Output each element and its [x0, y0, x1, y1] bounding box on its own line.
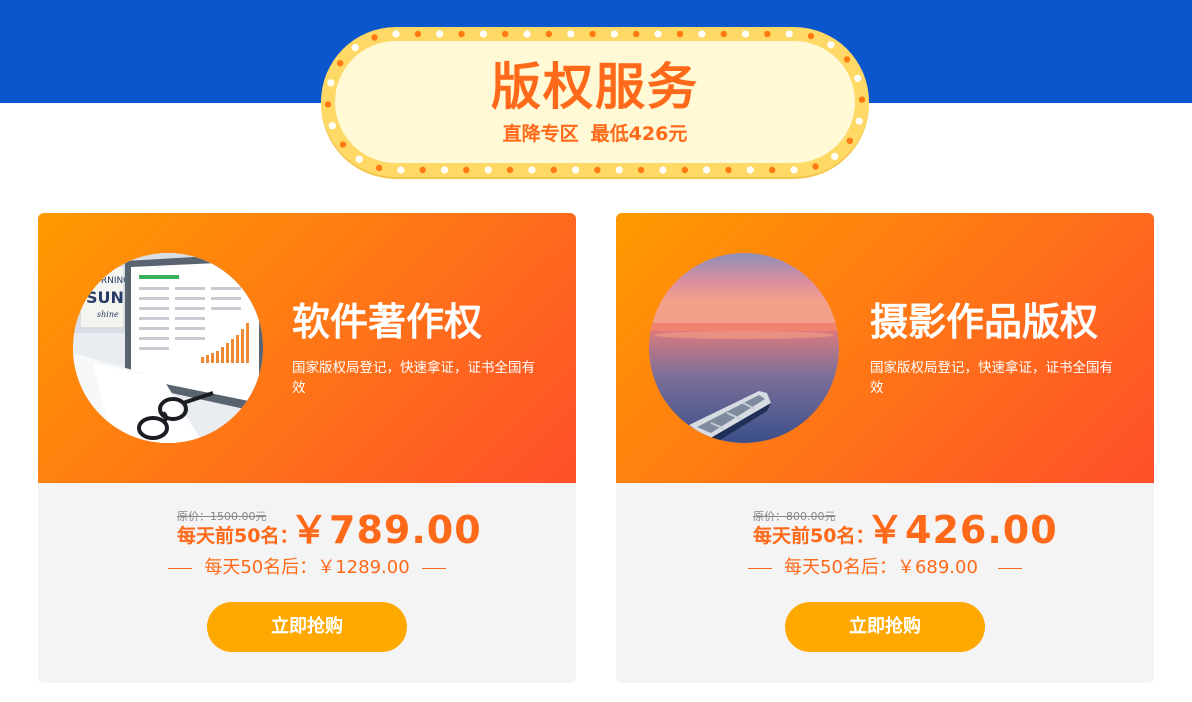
marquee-light-dot — [720, 30, 727, 38]
marquee-light-dot — [769, 166, 776, 174]
marquee-light-dot — [790, 166, 798, 174]
marquee-light-dot — [698, 30, 706, 38]
svg-text:SUN: SUN — [86, 288, 124, 307]
marquee-light-dot — [351, 44, 359, 52]
marquee-light-dot — [484, 166, 492, 174]
marquee-light-dot — [807, 32, 815, 40]
marquee-light-dot — [479, 30, 487, 38]
marquee-light-dot — [703, 166, 711, 174]
divider-left — [168, 567, 193, 569]
banner-subtitle: 直降专区 最低426元 — [321, 122, 869, 146]
buy-now-button[interactable]: 立即抢购 — [207, 602, 407, 652]
marquee-light-dot — [764, 30, 771, 38]
marquee-light-dot — [371, 34, 378, 41]
marquee-light-dot — [355, 155, 363, 163]
marquee-light-dot — [831, 152, 839, 160]
promo-price: ￥789.00 — [290, 508, 482, 552]
marquee-light-dot — [681, 166, 688, 174]
laptop-analytics-photo-icon: MORNING SUN shine — [73, 253, 263, 443]
marquee-light-dot — [827, 41, 835, 49]
card-header: MORNING SUN shine 软件著作权 国家版权局登记，快速拿证，证书全… — [38, 213, 576, 483]
later-price: 每天50名后：￥689.00 — [784, 557, 978, 578]
svg-text:MORNING: MORNING — [86, 276, 130, 286]
promo-label: 每天前50名： — [753, 525, 875, 547]
marquee-light-dot — [550, 166, 557, 174]
marquee-light-dot — [676, 30, 684, 38]
buy-now-button[interactable]: 立即抢购 — [785, 602, 985, 652]
card-description: 国家版权局登记，快速拿证，证书全国有效 — [870, 360, 1113, 396]
sunset-boat-photo-icon — [649, 253, 839, 443]
marquee-light-dot — [741, 30, 750, 38]
marquee-badge: 版权服务 直降专区 最低426元 — [321, 27, 869, 177]
product-card-photography: 摄影作品版权 国家版权局登记，快速拿证，证书全国有效 原价：800.00元 每天… — [616, 213, 1154, 683]
marquee-light-dot — [572, 166, 580, 174]
marquee-light-dot — [436, 30, 444, 38]
marquee-light-dot — [523, 30, 531, 38]
original-price: 原价：1500.00元 — [177, 510, 267, 523]
marquee-light-dot — [392, 30, 400, 38]
marquee-light-dot — [725, 166, 732, 174]
marquee-light-dot — [746, 166, 754, 174]
marquee-light-dot — [785, 30, 793, 38]
card-title: 软件著作权 — [292, 300, 483, 344]
divider-left — [748, 567, 773, 569]
marquee-light-dot — [414, 30, 421, 38]
marquee-light-dot — [567, 30, 575, 38]
later-price-row: 每天50名后：￥1289.00 — [38, 555, 576, 581]
product-card-software: MORNING SUN shine 软件著作权 国家版权局登记，快速拿证，证书全… — [38, 213, 576, 683]
marquee-light-dot — [502, 30, 509, 38]
marquee-light-dot — [506, 166, 514, 174]
marquee-light-dot — [594, 166, 601, 174]
later-price: 每天50名后：￥1289.00 — [204, 557, 410, 578]
card-description: 国家版权局登记，快速拿证，证书全国有效 — [292, 360, 535, 396]
marquee-light-dot — [375, 164, 383, 172]
promo-price: ￥426.00 — [866, 508, 1058, 552]
marquee-light-dot — [463, 166, 470, 174]
svg-text:shine: shine — [97, 310, 119, 319]
marquee-light-dot — [440, 166, 449, 174]
marquee-light-dot — [589, 30, 596, 38]
marquee-light-dot — [633, 30, 640, 38]
price-block: 原价：1500.00元 每天前50名： ￥789.00 每天50名后：￥1289… — [38, 483, 576, 683]
promo-label: 每天前50名： — [177, 525, 299, 547]
marquee-light-dot — [637, 166, 645, 174]
marquee-light-dot — [615, 166, 623, 174]
marquee-light-dot — [397, 166, 405, 174]
marquee-light-dot — [528, 166, 536, 174]
marquee-light-dot — [458, 30, 465, 38]
marquee-light-dot — [545, 30, 553, 38]
divider-right — [997, 567, 1022, 569]
banner-subtitle-right: 最低426元 — [590, 123, 688, 145]
divider-right — [421, 567, 446, 569]
card-title: 摄影作品版权 — [870, 300, 1099, 344]
later-price-row: 每天50名后：￥689.00 — [616, 555, 1154, 581]
banner-subtitle-left: 直降专区 — [502, 123, 579, 145]
marquee-light-dot — [419, 166, 426, 174]
original-price: 原价：800.00元 — [753, 510, 836, 523]
page-title: 版权服务 — [491, 58, 699, 116]
marquee-light-dot — [610, 30, 618, 38]
marquee-light-dot — [654, 30, 662, 38]
price-block: 原价：800.00元 每天前50名： ￥426.00 每天50名后：￥689.0… — [616, 483, 1154, 683]
marquee-light-dot — [659, 166, 667, 174]
card-header: 摄影作品版权 国家版权局登记，快速拿证，证书全国有效 — [616, 213, 1154, 483]
marquee-light-dot — [812, 163, 819, 170]
